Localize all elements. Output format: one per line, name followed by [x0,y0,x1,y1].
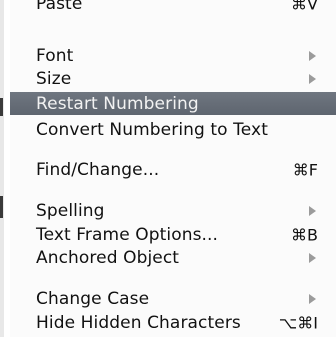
menu-separator [10,277,336,278]
shortcut-find-change: ⌘F [292,160,318,180]
shortcut-hide-hidden-characters: ⌥⌘I [278,313,318,333]
submenu-arrow-icon [309,253,316,263]
submenu-arrow-icon [309,294,316,304]
menu-item-size[interactable]: Size [10,67,336,91]
menu-item-label: Change Case [36,289,150,309]
menu-item-text-frame-options[interactable]: Text Frame Options... ⌘B [10,223,336,247]
menu-item-label: Spelling [36,201,105,221]
submenu-arrow-icon [309,74,316,84]
menu-item-convert-numbering-to-text[interactable]: Convert Numbering to Text [10,118,336,142]
menu-item-label: Convert Numbering to Text [36,120,268,140]
submenu-arrow-icon [309,206,316,216]
menu-item-label: Size [36,69,72,89]
submenu-arrow-icon [309,51,316,61]
menu-item-font[interactable]: Font [10,44,336,68]
menu-separator [10,188,336,189]
shortcut-paste: ⌘V [291,0,318,14]
text-cursor-mark [0,196,3,218]
menu-item-restart-numbering[interactable]: Restart Numbering [10,92,336,115]
window-edge [0,0,4,337]
menu-item-label: Text Frame Options... [36,225,219,245]
shortcut-text-frame-options: ⌘B [291,225,318,245]
menu-item-hide-hidden-characters[interactable]: Hide Hidden Characters ⌥⌘I [10,311,336,335]
menu-item-label: Font [36,46,74,66]
menu-item-label: Find/Change... [36,160,160,180]
menu-item-paste[interactable]: Paste ⌘V [10,0,336,20]
text-cursor-mark [0,98,3,116]
menu-item-label: Paste [36,0,83,14]
menu-item-label: Anchored Object [36,248,180,268]
menu-item-find-change[interactable]: Find/Change... ⌘F [10,158,336,182]
menu-separator [10,30,336,31]
menu-separator [10,146,336,147]
menu-item-change-case[interactable]: Change Case [10,287,336,311]
menu-item-label: Restart Numbering [36,93,199,114]
menu-item-anchored-object[interactable]: Anchored Object [10,246,336,270]
menu-item-label: Hide Hidden Characters [36,313,241,333]
menu-item-spelling[interactable]: Spelling [10,199,336,223]
context-menu: Paste ⌘V Font Size Restart Numbering Con… [10,0,336,337]
